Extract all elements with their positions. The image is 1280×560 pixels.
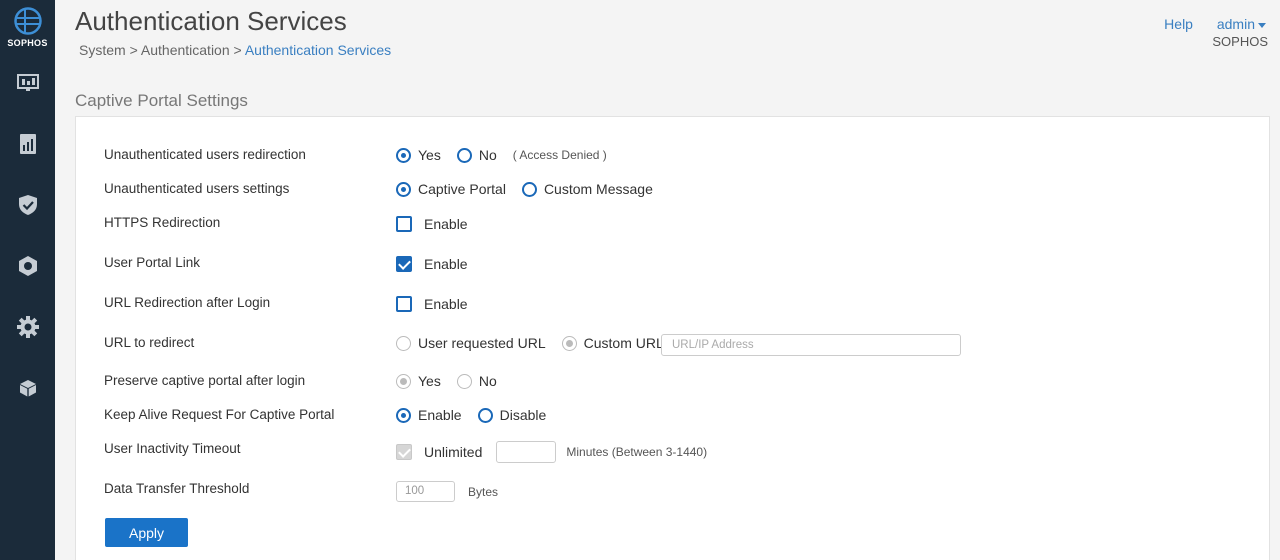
keepalive-enable-label[interactable]: Enable bbox=[418, 407, 462, 423]
sidebar: SOPHOS bbox=[0, 0, 55, 560]
settings-label: Unauthenticated users settings bbox=[104, 181, 290, 196]
preserve-label: Preserve captive portal after login bbox=[104, 373, 306, 388]
gear-icon bbox=[16, 316, 39, 338]
chevron-down-icon bbox=[1258, 22, 1266, 28]
access-denied-note: ( Access Denied ) bbox=[512, 148, 607, 162]
unlimited-checkbox[interactable] bbox=[396, 444, 412, 460]
redirection-yes-radio[interactable] bbox=[396, 147, 411, 163]
redirection-control: Yes No ( Access Denied ) bbox=[396, 147, 607, 163]
settings-panel: Unauthenticated users redirection Yes No… bbox=[75, 116, 1270, 560]
top-right-nav: Help admin bbox=[1164, 16, 1266, 32]
preserve-yes-label[interactable]: Yes bbox=[418, 373, 441, 389]
portal-link-checkbox[interactable] bbox=[396, 256, 412, 272]
url-redirect-login-checkbox[interactable] bbox=[396, 296, 412, 312]
apply-button[interactable]: Apply bbox=[105, 518, 188, 547]
monitor-nav[interactable] bbox=[0, 63, 55, 103]
shield-nav[interactable] bbox=[0, 185, 55, 225]
https-control: Enable bbox=[396, 216, 468, 232]
threshold-label: Data Transfer Threshold bbox=[104, 481, 250, 496]
url-to-redirect-label: URL to redirect bbox=[104, 335, 195, 350]
logo-text: SOPHOS bbox=[7, 38, 48, 48]
user-name: admin bbox=[1216, 16, 1255, 32]
user-requested-url-radio[interactable] bbox=[396, 335, 411, 351]
custom-url-radio[interactable] bbox=[561, 335, 577, 351]
redirection-label: Unauthenticated users redirection bbox=[104, 147, 306, 162]
url-redirect-login-label: URL Redirection after Login bbox=[104, 295, 271, 310]
section-title: Captive Portal Settings bbox=[75, 91, 248, 110]
portal-link-control: Enable bbox=[396, 256, 468, 272]
inactivity-label: User Inactivity Timeout bbox=[104, 441, 241, 456]
user-menu[interactable]: admin bbox=[1217, 16, 1266, 32]
keepalive-label: Keep Alive Request For Captive Portal bbox=[104, 407, 335, 422]
help-link[interactable]: Help bbox=[1164, 16, 1193, 32]
threshold-input[interactable]: 100 bbox=[396, 481, 455, 502]
keepalive-enable-radio[interactable] bbox=[396, 407, 411, 423]
https-checkbox[interactable] bbox=[396, 216, 412, 232]
threshold-unit: Bytes bbox=[468, 484, 499, 499]
threshold-control: 100 Bytes bbox=[396, 481, 498, 502]
preserve-no-radio[interactable] bbox=[456, 373, 472, 389]
shield-icon bbox=[18, 195, 37, 215]
inactivity-unit: Minutes (Between 3-1440) bbox=[566, 445, 708, 459]
org-name: SOPHOS bbox=[1212, 34, 1268, 49]
protect-icon bbox=[18, 256, 37, 276]
keepalive-disable-radio[interactable] bbox=[477, 407, 493, 423]
https-enable-label[interactable]: Enable bbox=[424, 216, 468, 232]
redirection-yes-label[interactable]: Yes bbox=[418, 147, 441, 163]
custom-message-radio[interactable] bbox=[521, 181, 537, 197]
https-label: HTTPS Redirection bbox=[104, 215, 221, 230]
sophos-logo[interactable]: SOPHOS bbox=[0, 6, 55, 48]
user-requested-url-label[interactable]: User requested URL bbox=[418, 335, 546, 351]
inactivity-control: Unlimited Minutes (Between 3-1440) bbox=[396, 441, 707, 463]
portal-link-enable-label[interactable]: Enable bbox=[424, 256, 468, 272]
keepalive-disable-label[interactable]: Disable bbox=[500, 407, 547, 423]
redirection-no-radio[interactable] bbox=[456, 147, 472, 163]
report-nav[interactable] bbox=[0, 124, 55, 164]
breadcrumb: System > Authentication > Authentication… bbox=[79, 42, 391, 58]
breadcrumb-system[interactable]: System bbox=[79, 42, 126, 58]
url-input-wrap: URL/IP Address bbox=[661, 334, 961, 356]
unlimited-label[interactable]: Unlimited bbox=[424, 444, 482, 460]
monitor-icon bbox=[16, 74, 39, 91]
redirection-no-label[interactable]: No bbox=[479, 147, 497, 163]
settings-control: Captive Portal Custom Message bbox=[396, 181, 669, 197]
box-nav[interactable] bbox=[0, 368, 55, 408]
breadcrumb-current: Authentication Services bbox=[244, 42, 392, 58]
breadcrumb-separator: > bbox=[233, 42, 242, 58]
url-ip-input[interactable]: URL/IP Address bbox=[661, 334, 961, 356]
settings-nav[interactable] bbox=[0, 307, 55, 347]
globe-logo-icon bbox=[13, 7, 42, 35]
url-redirect-login-enable-label[interactable]: Enable bbox=[424, 296, 468, 312]
captive-portal-radio[interactable] bbox=[396, 181, 411, 197]
report-icon bbox=[19, 134, 36, 154]
captive-portal-label[interactable]: Captive Portal bbox=[418, 181, 506, 197]
url-to-redirect-control: User requested URL Custom URL bbox=[396, 335, 680, 351]
url-redirect-login-control: Enable bbox=[396, 296, 468, 312]
custom-message-label[interactable]: Custom Message bbox=[544, 181, 653, 197]
preserve-control: Yes No bbox=[396, 373, 513, 389]
protect-nav[interactable] bbox=[0, 246, 55, 286]
page-title: Authentication Services bbox=[75, 6, 347, 36]
breadcrumb-separator: > bbox=[129, 42, 138, 58]
portal-link-label: User Portal Link bbox=[104, 255, 201, 270]
inactivity-minutes-input[interactable] bbox=[496, 441, 557, 463]
box-icon bbox=[19, 380, 36, 397]
breadcrumb-authentication[interactable]: Authentication bbox=[141, 42, 230, 58]
preserve-yes-radio[interactable] bbox=[396, 373, 411, 389]
preserve-no-label[interactable]: No bbox=[479, 373, 497, 389]
keepalive-control: Enable Disable bbox=[396, 407, 562, 423]
custom-url-label[interactable]: Custom URL bbox=[584, 335, 664, 351]
